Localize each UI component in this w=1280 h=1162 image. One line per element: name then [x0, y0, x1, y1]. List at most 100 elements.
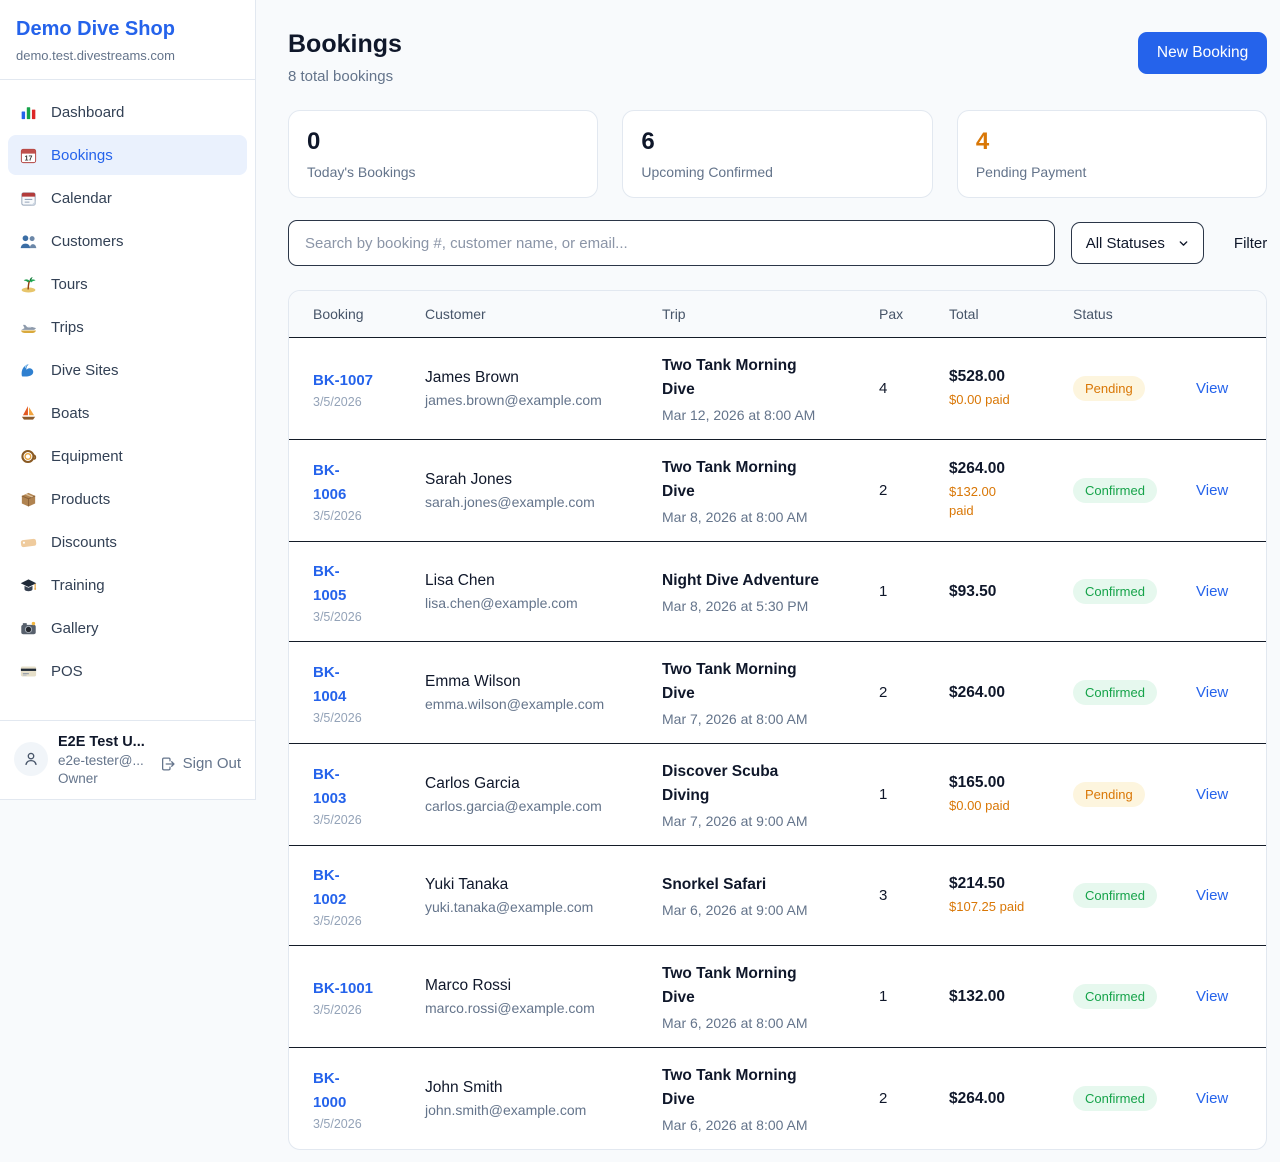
total-amount: $132.00	[949, 988, 1059, 1006]
sidebar-item-pos[interactable]: POS	[8, 651, 247, 691]
shop-domain: demo.test.divestreams.com	[16, 48, 239, 63]
column-header-actions	[1196, 306, 1242, 322]
trip-time: Mar 7, 2026 at 8:00 AM	[662, 711, 865, 727]
filter-button[interactable]: Filter	[1234, 227, 1267, 260]
grad-cap-icon	[18, 575, 38, 595]
sidebar-item-boats[interactable]: Boats	[8, 393, 247, 433]
booking-date: 3/5/2026	[313, 711, 411, 725]
column-header-total: Total	[949, 306, 1073, 322]
booking-id-link[interactable]: BK- 1005	[313, 560, 346, 608]
user-section: E2E Test U... e2e-tester@... Owner Sign …	[0, 720, 255, 799]
sidebar-item-dashboard[interactable]: Dashboard	[8, 92, 247, 132]
pax-count: 2	[879, 482, 949, 499]
booking-id-link[interactable]: BK-1007	[313, 369, 373, 393]
status-badge: Confirmed	[1073, 680, 1157, 705]
stats-row: 0 Today's Bookings 6 Upcoming Confirmed …	[288, 110, 1267, 198]
sidebar-item-dive-sites[interactable]: Dive Sites	[8, 350, 247, 390]
shop-logo[interactable]: Demo Dive Shop demo.test.divestreams.com	[0, 0, 255, 80]
sign-out-button[interactable]: Sign Out	[160, 755, 241, 772]
status-badge: Pending	[1073, 782, 1145, 807]
customer-email: lisa.chen@example.com	[425, 595, 648, 611]
sidebar-item-bookings[interactable]: 17 Bookings	[8, 135, 247, 175]
sidebar-item-label: Training	[51, 577, 105, 594]
package-icon	[18, 489, 38, 509]
sidebar-item-label: Bookings	[51, 147, 113, 164]
column-header-status: Status	[1073, 306, 1196, 322]
customer-name: James Brown	[425, 369, 648, 387]
trip-time: Mar 6, 2026 at 9:00 AM	[662, 902, 865, 918]
speedboat-icon	[18, 317, 38, 337]
sailboat-icon	[18, 403, 38, 423]
booking-date: 3/5/2026	[313, 813, 411, 827]
stat-value: 4	[976, 128, 1248, 156]
sidebar-item-label: Gallery	[51, 620, 99, 637]
pax-count: 2	[879, 684, 949, 701]
sidebar-item-label: Trips	[51, 319, 84, 336]
customer-email: james.brown@example.com	[425, 392, 648, 408]
sidebar-item-tours[interactable]: Tours	[8, 264, 247, 304]
sidebar-item-label: Tours	[51, 276, 88, 293]
booking-id-link[interactable]: BK- 1006	[313, 459, 346, 507]
trip-name: Two Tank Morning Dive	[662, 1064, 865, 1112]
avatar	[14, 742, 48, 776]
booking-id-link[interactable]: BK- 1002	[313, 864, 346, 912]
sidebar-item-trips[interactable]: Trips	[8, 307, 247, 347]
stat-label: Upcoming Confirmed	[641, 164, 913, 180]
sidebar-item-label: Equipment	[51, 448, 123, 465]
view-link[interactable]: View	[1196, 482, 1228, 499]
customer-email: carlos.garcia@example.com	[425, 798, 648, 814]
table-row: BK- 1002 3/5/2026 Yuki Tanaka yuki.tanak…	[289, 846, 1266, 946]
sidebar-item-customers[interactable]: Customers	[8, 221, 247, 261]
total-amount: $165.00	[949, 774, 1059, 792]
calendar-icon	[18, 188, 38, 208]
sidebar-item-training[interactable]: Training	[8, 565, 247, 605]
pax-count: 2	[879, 1090, 949, 1107]
trip-name: Two Tank Morning Dive	[662, 658, 865, 706]
credit-card-icon	[18, 661, 38, 681]
customer-email: yuki.tanaka@example.com	[425, 899, 648, 915]
trip-time: Mar 7, 2026 at 9:00 AM	[662, 813, 865, 829]
trip-time: Mar 6, 2026 at 8:00 AM	[662, 1117, 865, 1133]
sidebar-item-label: Products	[51, 491, 110, 508]
total-amount: $264.00	[949, 460, 1059, 478]
customer-email: marco.rossi@example.com	[425, 1000, 648, 1016]
search-input[interactable]	[288, 220, 1055, 266]
customer-email: emma.wilson@example.com	[425, 696, 648, 712]
view-link[interactable]: View	[1196, 786, 1228, 803]
page-subtitle: 8 total bookings	[288, 68, 402, 85]
sidebar-item-calendar[interactable]: Calendar	[8, 178, 247, 218]
new-booking-button[interactable]: New Booking	[1138, 32, 1267, 74]
filters-row: All Statuses Filter	[288, 220, 1267, 266]
booking-id-link[interactable]: BK-1001	[313, 977, 373, 1001]
view-link[interactable]: View	[1196, 583, 1228, 600]
view-link[interactable]: View	[1196, 380, 1228, 397]
view-link[interactable]: View	[1196, 684, 1228, 701]
status-filter-value: All Statuses	[1086, 235, 1165, 252]
status-filter-select[interactable]: All Statuses	[1071, 222, 1204, 264]
customer-name: Carlos Garcia	[425, 775, 648, 793]
customer-name: Sarah Jones	[425, 471, 648, 489]
view-link[interactable]: View	[1196, 988, 1228, 1005]
status-badge: Confirmed	[1073, 579, 1157, 604]
sidebar-item-equipment[interactable]: Equipment	[8, 436, 247, 476]
table-row: BK- 1003 3/5/2026 Carlos Garcia carlos.g…	[289, 744, 1266, 846]
sidebar-item-label: Discounts	[51, 534, 117, 551]
two-people-icon	[18, 231, 38, 251]
trip-name: Two Tank Morning Dive	[662, 456, 865, 504]
sidebar-item-discounts[interactable]: Discounts	[8, 522, 247, 562]
booking-id-link[interactable]: BK- 1000	[313, 1067, 346, 1115]
paid-amount: $107.25 paid	[949, 898, 1059, 917]
trip-time: Mar 12, 2026 at 8:00 AM	[662, 407, 865, 423]
view-link[interactable]: View	[1196, 887, 1228, 904]
status-badge: Confirmed	[1073, 883, 1157, 908]
view-link[interactable]: View	[1196, 1090, 1228, 1107]
pax-count: 4	[879, 380, 949, 397]
sidebar-item-products[interactable]: Products	[8, 479, 247, 519]
status-badge: Confirmed	[1073, 1086, 1157, 1111]
total-amount: $528.00	[949, 368, 1059, 386]
sidebar-item-label: Dashboard	[51, 104, 124, 121]
sign-out-label: Sign Out	[183, 755, 241, 772]
sidebar-item-gallery[interactable]: Gallery	[8, 608, 247, 648]
booking-id-link[interactable]: BK- 1003	[313, 763, 346, 811]
booking-id-link[interactable]: BK- 1004	[313, 661, 346, 709]
